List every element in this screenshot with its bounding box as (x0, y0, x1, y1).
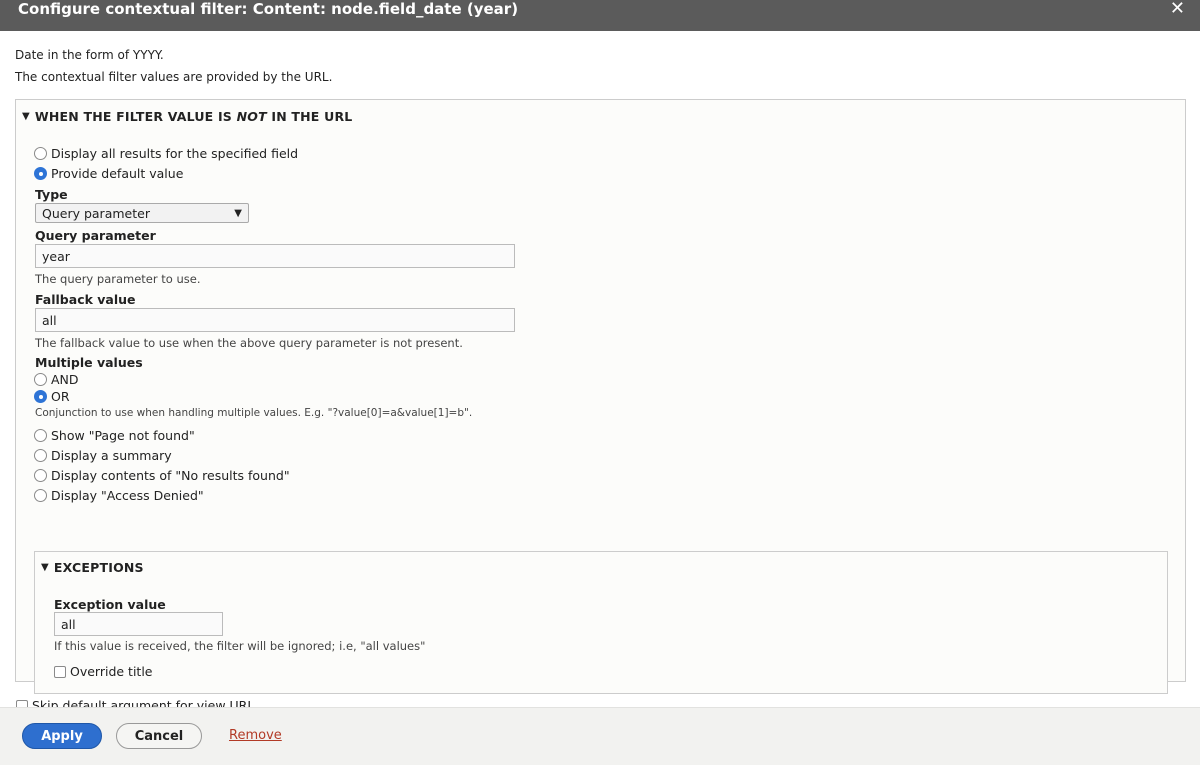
radio-icon[interactable] (34, 167, 47, 180)
dialog-content: Date in the form of YYYY. The contextual… (0, 31, 1200, 707)
filter-description: Date in the form of YYYY. (15, 48, 164, 62)
close-icon[interactable]: ✕ (1170, 0, 1185, 19)
skip-default-argument-row[interactable]: Skip default argument for view URL (16, 698, 254, 707)
radio-label: Show "Page not found" (51, 428, 195, 443)
radio-label: Display a summary (51, 448, 172, 463)
fallback-value-help: The fallback value to use when the above… (35, 336, 463, 350)
radio-icon[interactable] (34, 147, 47, 160)
radio-label: Display all results for the specified fi… (51, 146, 299, 161)
legend-text: WHEN THE FILTER VALUE IS NOT IN THE URL (34, 109, 353, 124)
radio-label: Provide default value (51, 166, 184, 181)
radio-page-not-found[interactable]: Show "Page not found" (34, 428, 195, 443)
type-label: Type (35, 187, 68, 202)
dialog-title: Configure contextual filter: Content: no… (18, 0, 519, 18)
remove-link[interactable]: Remove (229, 728, 282, 743)
dropdown-arrow-icon: ▼ (234, 207, 242, 219)
radio-icon[interactable] (34, 469, 47, 482)
apply-button[interactable]: Apply (22, 723, 102, 749)
override-title-checkbox-row[interactable]: Override title (54, 664, 153, 679)
radio-access-denied[interactable]: Display "Access Denied" (34, 488, 204, 503)
radio-display-all-results[interactable]: Display all results for the specified fi… (34, 146, 298, 161)
radio-icon[interactable] (34, 390, 47, 403)
triangle-down-icon: ▼ (22, 111, 30, 122)
query-parameter-label: Query parameter (35, 228, 156, 243)
query-parameter-help: The query parameter to use. (35, 272, 201, 286)
radio-label: Display contents of "No results found" (51, 468, 290, 483)
radio-or[interactable]: OR (34, 389, 70, 404)
radio-label: OR (51, 389, 70, 404)
skip-default-argument-checkbox[interactable] (16, 699, 28, 707)
not-in-url-fieldset: ▼ WHEN THE FILTER VALUE IS NOT IN THE UR… (15, 99, 1186, 694)
exceptions-legend-text: EXCEPTIONS (53, 560, 144, 575)
exception-value-help: If this value is received, the filter wi… (54, 639, 426, 653)
radio-icon[interactable] (34, 449, 47, 462)
multiple-values-help: Conjunction to use when handling multipl… (35, 407, 473, 419)
multiple-values-label: Multiple values (35, 355, 143, 370)
radio-icon[interactable] (34, 429, 47, 442)
radio-icon[interactable] (34, 489, 47, 502)
type-selected-value: Query parameter (42, 205, 150, 221)
skip-default-argument-label: Skip default argument for view URL (32, 698, 255, 707)
fallback-value-input[interactable] (35, 308, 515, 332)
not-in-url-legend[interactable]: ▼ WHEN THE FILTER VALUE IS NOT IN THE UR… (22, 109, 352, 124)
radio-display-summary[interactable]: Display a summary (34, 448, 172, 463)
exceptions-legend[interactable]: ▼ EXCEPTIONS (41, 560, 144, 575)
radio-label: Display "Access Denied" (51, 488, 204, 503)
query-parameter-input[interactable] (35, 244, 515, 268)
exceptions-fieldset: ▼ EXCEPTIONS Exception value If this val… (34, 551, 1168, 694)
override-title-checkbox[interactable] (54, 665, 66, 678)
exception-value-label: Exception value (54, 597, 166, 612)
radio-provide-default-value[interactable]: Provide default value (34, 166, 183, 181)
radio-and[interactable]: AND (34, 372, 79, 387)
radio-label: AND (51, 372, 79, 387)
filter-source-description: The contextual filter values are provide… (15, 70, 333, 84)
exception-value-input[interactable] (54, 612, 223, 636)
cancel-button[interactable]: Cancel (116, 723, 202, 749)
radio-no-results-found[interactable]: Display contents of "No results found" (34, 468, 290, 483)
triangle-down-icon: ▼ (41, 562, 49, 573)
radio-icon[interactable] (34, 373, 47, 386)
dialog-footer: Apply Cancel Remove (0, 707, 1200, 765)
override-title-label: Override title (70, 664, 153, 679)
dialog-titlebar: Configure contextual filter: Content: no… (0, 0, 1200, 31)
type-select[interactable]: Query parameter ▼ (35, 203, 249, 223)
fallback-value-label: Fallback value (35, 292, 136, 307)
